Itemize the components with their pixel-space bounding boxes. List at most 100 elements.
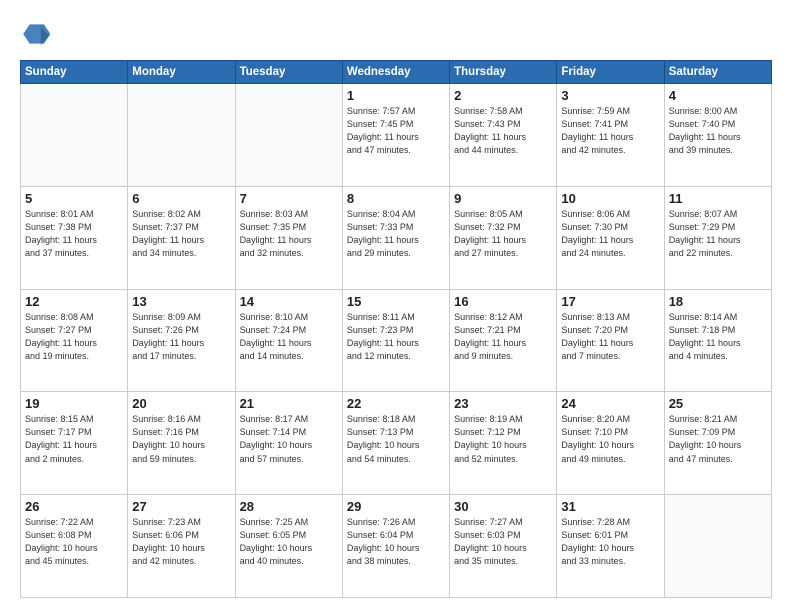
- calendar-cell: 8 Sunrise: 8:04 AM Sunset: 7:33 PM Daylig…: [342, 186, 449, 289]
- calendar-cell: 29 Sunrise: 7:26 AM Sunset: 6:04 PM Dayli…: [342, 495, 449, 598]
- day-number: 25: [669, 396, 767, 411]
- day-number: 20: [132, 396, 230, 411]
- day-info: Sunrise: 8:04 AM Sunset: 7:33 PM Dayligh…: [347, 208, 445, 260]
- day-number: 1: [347, 88, 445, 103]
- calendar-cell: 11 Sunrise: 8:07 AM Sunset: 7:29 PM Dayli…: [664, 186, 771, 289]
- weekday-sunday: Sunday: [21, 61, 128, 84]
- weekday-header-row: SundayMondayTuesdayWednesdayThursdayFrid…: [21, 61, 772, 84]
- day-number: 23: [454, 396, 552, 411]
- page: SundayMondayTuesdayWednesdayThursdayFrid…: [0, 0, 792, 612]
- day-number: 7: [240, 191, 338, 206]
- day-info: Sunrise: 7:23 AM Sunset: 6:06 PM Dayligh…: [132, 516, 230, 568]
- logo-icon: [20, 18, 52, 50]
- calendar-cell: [21, 84, 128, 187]
- calendar-cell: 19Sunrise: 8:15 AM Sunset: 7:17 PM Dayli…: [21, 392, 128, 495]
- calendar-cell: 16 Sunrise: 8:12 AM Sunset: 7:21 PM Dayli…: [450, 289, 557, 392]
- week-row-2: 5 Sunrise: 8:01 AM Sunset: 7:38 PM Daylig…: [21, 186, 772, 289]
- day-info: Sunrise: 7:22 AM Sunset: 6:08 PM Dayligh…: [25, 516, 123, 568]
- day-info: Sunrise: 8:02 AM Sunset: 7:37 PM Dayligh…: [132, 208, 230, 260]
- day-info: Sunrise: 8:10 AM Sunset: 7:24 PM Dayligh…: [240, 311, 338, 363]
- day-info: Sunrise: 8:09 AM Sunset: 7:26 PM Dayligh…: [132, 311, 230, 363]
- calendar-cell: 12Sunrise: 8:08 AM Sunset: 7:27 PM Dayli…: [21, 289, 128, 392]
- day-number: 9: [454, 191, 552, 206]
- calendar-cell: 26 Sunrise: 7:22 AM Sunset: 6:08 PM Dayli…: [21, 495, 128, 598]
- day-info: Sunrise: 8:03 AM Sunset: 7:35 PM Dayligh…: [240, 208, 338, 260]
- calendar-cell: 25 Sunrise: 8:21 AM Sunset: 7:09 PM Dayli…: [664, 392, 771, 495]
- day-number: 16: [454, 294, 552, 309]
- logo: [20, 18, 58, 50]
- calendar-cell: 1 Sunrise: 7:57 AM Sunset: 7:45 PM Daylig…: [342, 84, 449, 187]
- calendar-cell: 14 Sunrise: 8:10 AM Sunset: 7:24 PM Dayli…: [235, 289, 342, 392]
- day-info: Sunrise: 8:00 AM Sunset: 7:40 PM Dayligh…: [669, 105, 767, 157]
- day-info: Sunrise: 8:18 AM Sunset: 7:13 PM Dayligh…: [347, 413, 445, 465]
- day-info: Sunrise: 8:16 AM Sunset: 7:16 PM Dayligh…: [132, 413, 230, 465]
- day-info: Sunrise: 8:01 AM Sunset: 7:38 PM Dayligh…: [25, 208, 123, 260]
- day-number: 11: [669, 191, 767, 206]
- weekday-wednesday: Wednesday: [342, 61, 449, 84]
- weekday-monday: Monday: [128, 61, 235, 84]
- day-info: Sunrise: 8:07 AM Sunset: 7:29 PM Dayligh…: [669, 208, 767, 260]
- day-info: Sunrise: 8:12 AM Sunset: 7:21 PM Dayligh…: [454, 311, 552, 363]
- calendar-cell: 20 Sunrise: 8:16 AM Sunset: 7:16 PM Dayli…: [128, 392, 235, 495]
- day-number: 6: [132, 191, 230, 206]
- day-info: Sunrise: 7:26 AM Sunset: 6:04 PM Dayligh…: [347, 516, 445, 568]
- weekday-saturday: Saturday: [664, 61, 771, 84]
- calendar-cell: [128, 84, 235, 187]
- day-info: Sunrise: 7:58 AM Sunset: 7:43 PM Dayligh…: [454, 105, 552, 157]
- day-info: Sunrise: 7:59 AM Sunset: 7:41 PM Dayligh…: [561, 105, 659, 157]
- calendar-cell: 22 Sunrise: 8:18 AM Sunset: 7:13 PM Dayli…: [342, 392, 449, 495]
- calendar-cell: 5 Sunrise: 8:01 AM Sunset: 7:38 PM Daylig…: [21, 186, 128, 289]
- day-number: 21: [240, 396, 338, 411]
- calendar-cell: 28Sunrise: 7:25 AM Sunset: 6:05 PM Dayli…: [235, 495, 342, 598]
- calendar-cell: 15 Sunrise: 8:11 AM Sunset: 7:23 PM Dayli…: [342, 289, 449, 392]
- calendar-cell: 23 Sunrise: 8:19 AM Sunset: 7:12 PM Dayli…: [450, 392, 557, 495]
- day-info: Sunrise: 7:25 AM Sunset: 6:05 PM Dayligh…: [240, 516, 338, 568]
- day-info: Sunrise: 7:27 AM Sunset: 6:03 PM Dayligh…: [454, 516, 552, 568]
- day-info: Sunrise: 7:57 AM Sunset: 7:45 PM Dayligh…: [347, 105, 445, 157]
- day-number: 30: [454, 499, 552, 514]
- day-info: Sunrise: 8:21 AM Sunset: 7:09 PM Dayligh…: [669, 413, 767, 465]
- calendar-cell: 18Sunrise: 8:14 AM Sunset: 7:18 PM Dayli…: [664, 289, 771, 392]
- day-number: 18: [669, 294, 767, 309]
- day-info: Sunrise: 8:11 AM Sunset: 7:23 PM Dayligh…: [347, 311, 445, 363]
- day-number: 14: [240, 294, 338, 309]
- header: [20, 18, 772, 50]
- day-number: 29: [347, 499, 445, 514]
- day-number: 8: [347, 191, 445, 206]
- calendar-cell: 10 Sunrise: 8:06 AM Sunset: 7:30 PM Dayli…: [557, 186, 664, 289]
- calendar-cell: 9 Sunrise: 8:05 AM Sunset: 7:32 PM Daylig…: [450, 186, 557, 289]
- calendar-cell: 6 Sunrise: 8:02 AM Sunset: 7:37 PM Daylig…: [128, 186, 235, 289]
- day-number: 12: [25, 294, 123, 309]
- day-info: Sunrise: 8:19 AM Sunset: 7:12 PM Dayligh…: [454, 413, 552, 465]
- day-info: Sunrise: 8:06 AM Sunset: 7:30 PM Dayligh…: [561, 208, 659, 260]
- day-number: 10: [561, 191, 659, 206]
- week-row-3: 12Sunrise: 8:08 AM Sunset: 7:27 PM Dayli…: [21, 289, 772, 392]
- week-row-4: 19Sunrise: 8:15 AM Sunset: 7:17 PM Dayli…: [21, 392, 772, 495]
- day-number: 15: [347, 294, 445, 309]
- week-row-5: 26 Sunrise: 7:22 AM Sunset: 6:08 PM Dayli…: [21, 495, 772, 598]
- calendar-cell: 2 Sunrise: 7:58 AM Sunset: 7:43 PM Daylig…: [450, 84, 557, 187]
- day-number: 22: [347, 396, 445, 411]
- day-number: 31: [561, 499, 659, 514]
- day-number: 24: [561, 396, 659, 411]
- weekday-friday: Friday: [557, 61, 664, 84]
- calendar-cell: 4Sunrise: 8:00 AM Sunset: 7:40 PM Daylig…: [664, 84, 771, 187]
- calendar-cell: 21 Sunrise: 8:17 AM Sunset: 7:14 PM Dayli…: [235, 392, 342, 495]
- calendar-cell: [664, 495, 771, 598]
- calendar-cell: 17Sunrise: 8:13 AM Sunset: 7:20 PM Dayli…: [557, 289, 664, 392]
- day-info: Sunrise: 8:05 AM Sunset: 7:32 PM Dayligh…: [454, 208, 552, 260]
- day-info: Sunrise: 8:17 AM Sunset: 7:14 PM Dayligh…: [240, 413, 338, 465]
- calendar-cell: 30 Sunrise: 7:27 AM Sunset: 6:03 PM Dayli…: [450, 495, 557, 598]
- calendar-cell: 3Sunrise: 7:59 AM Sunset: 7:41 PM Daylig…: [557, 84, 664, 187]
- day-info: Sunrise: 8:20 AM Sunset: 7:10 PM Dayligh…: [561, 413, 659, 465]
- day-number: 17: [561, 294, 659, 309]
- calendar-cell: [235, 84, 342, 187]
- day-number: 5: [25, 191, 123, 206]
- calendar-cell: 13 Sunrise: 8:09 AM Sunset: 7:26 PM Dayli…: [128, 289, 235, 392]
- day-number: 2: [454, 88, 552, 103]
- calendar-cell: 27 Sunrise: 7:23 AM Sunset: 6:06 PM Dayli…: [128, 495, 235, 598]
- day-number: 26: [25, 499, 123, 514]
- calendar-cell: 7 Sunrise: 8:03 AM Sunset: 7:35 PM Daylig…: [235, 186, 342, 289]
- day-number: 27: [132, 499, 230, 514]
- day-number: 13: [132, 294, 230, 309]
